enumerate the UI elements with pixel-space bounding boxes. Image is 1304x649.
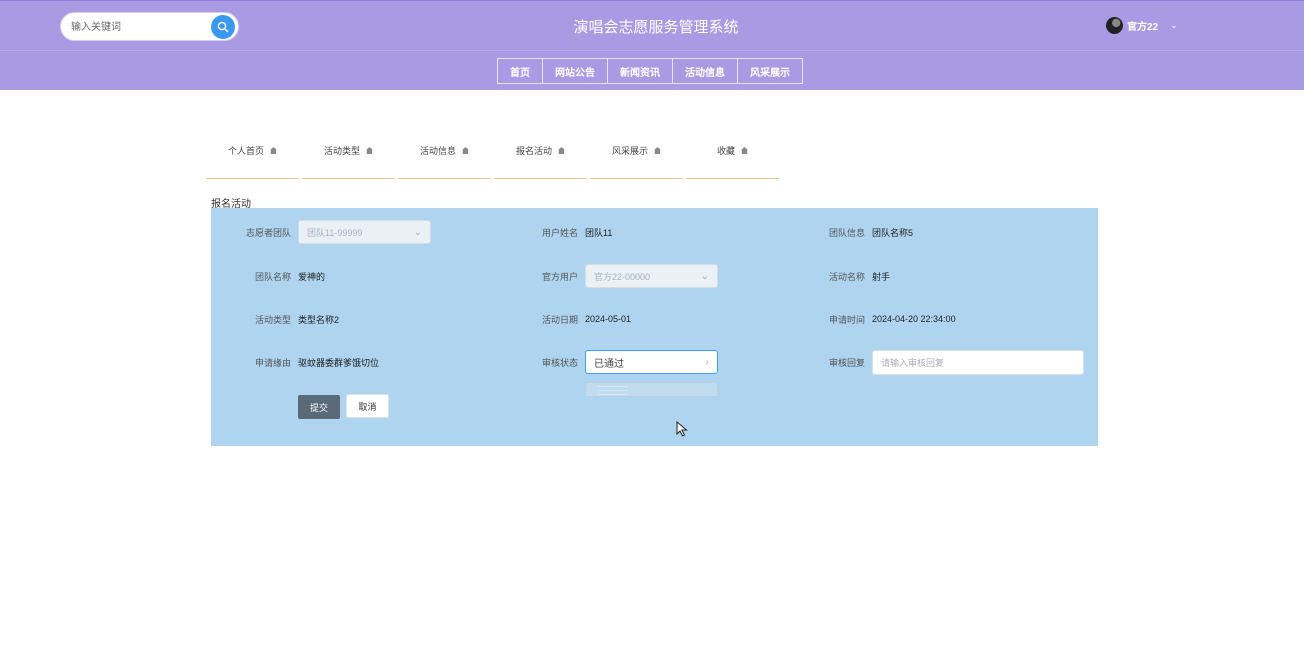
mouse-cursor-icon xyxy=(676,421,688,437)
dropdown-option xyxy=(598,386,628,387)
field-value: 2024-05-01 xyxy=(585,314,632,324)
tab-activity-info[interactable]: 活动信息 xyxy=(398,139,491,179)
status-dropdown-menu[interactable] xyxy=(585,382,718,397)
field-label: 申请缘由 xyxy=(254,357,291,368)
tab-label: 活动信息 xyxy=(419,146,456,156)
user-menu[interactable]: 官方22 ⌄ xyxy=(1106,17,1178,34)
field-value: 驱蚊器委群爹饿切位 xyxy=(298,357,380,368)
field-activity-date: 活动日期 2024-05-01 xyxy=(498,307,631,331)
home-icon xyxy=(654,147,661,154)
caret-down-icon: ⌄ xyxy=(1170,20,1178,30)
field-value: 爱神的 xyxy=(298,271,326,282)
home-icon xyxy=(270,147,277,154)
field-label: 志愿者团队 xyxy=(245,227,291,238)
nav-item-news[interactable]: 新闻资讯 xyxy=(607,58,673,84)
nav-bar: 首页 网站公告 新闻资讯 活动信息 风采展示 xyxy=(0,50,1304,90)
site-title: 演唱会志愿服务管理系统 xyxy=(0,16,1232,37)
tab-showcase[interactable]: 风采展示 xyxy=(590,139,683,179)
field-review-status: 审核状态 已通过 › xyxy=(498,350,718,374)
tab-signup[interactable]: 报名活动 xyxy=(494,139,587,179)
field-activity-name: 活动名称 射手 xyxy=(785,264,890,288)
dropdown-option xyxy=(598,390,628,391)
field-label: 申请时间 xyxy=(828,314,865,325)
field-label: 用户姓名 xyxy=(541,227,578,238)
home-icon xyxy=(558,147,565,154)
main-nav: 首页 网站公告 新闻资讯 活动信息 风采展示 xyxy=(497,58,803,84)
field-label: 审核回复 xyxy=(828,358,865,368)
field-value: 团队名称5 xyxy=(872,227,914,238)
nav-item-activities[interactable]: 活动信息 xyxy=(672,58,738,84)
home-icon xyxy=(741,147,748,154)
field-value: 2024-04-20 22:34:00 xyxy=(872,314,956,324)
field-review-reply: 审核回复 请输入审核回复 xyxy=(785,350,1084,375)
field-team-name: 团队名称 爱神的 xyxy=(211,264,325,288)
tab-label: 报名活动 xyxy=(515,146,552,156)
official-user-select: 官方22-00000 ⌄ xyxy=(585,264,718,288)
tab-label: 个人首页 xyxy=(227,146,264,156)
field-label: 官方用户 xyxy=(541,271,578,282)
nav-item-showcase[interactable]: 风采展示 xyxy=(737,58,803,84)
tab-profile[interactable]: 个人首页 xyxy=(206,139,299,179)
volunteer-team-select: 团队11-99999 ⌄ xyxy=(298,220,431,244)
review-reply-input[interactable]: 请输入审核回复 xyxy=(872,350,1084,375)
tab-label: 风采展示 xyxy=(611,146,648,156)
home-icon xyxy=(462,147,469,154)
field-label: 活动名称 xyxy=(828,271,865,282)
tab-label: 收藏 xyxy=(716,146,735,156)
review-status-select[interactable]: 已通过 › xyxy=(585,350,718,374)
center-tabs: 个人首页 活动类型 活动信息 报名活动 风采展示 收藏 xyxy=(206,139,782,179)
chevron-down-icon: ⌄ xyxy=(413,226,422,238)
field-volunteer-team: 志愿者团队 团队11-99999 ⌄ xyxy=(211,220,431,244)
nav-item-home[interactable]: 首页 xyxy=(497,58,543,84)
field-value: 团队11 xyxy=(585,227,613,238)
field-value: 类型名称2 xyxy=(298,314,340,325)
site-title-text: 演唱会志愿服务管理系统 xyxy=(573,19,739,36)
tab-label: 活动类型 xyxy=(323,146,360,156)
field-team-info: 团队信息 团队名称5 xyxy=(785,220,913,244)
field-user-name: 用户姓名 团队11 xyxy=(498,220,612,244)
field-label: 审核状态 xyxy=(541,357,578,368)
avatar xyxy=(1106,17,1123,34)
chevron-down-icon: ⌄ xyxy=(700,270,709,282)
dropdown-option xyxy=(598,394,628,395)
field-apply-time: 申请时间 2024-04-20 22:34:00 xyxy=(785,307,956,331)
field-activity-type: 活动类型 类型名称2 xyxy=(211,307,339,331)
username: 官方22 xyxy=(1127,22,1159,33)
cancel-button[interactable]: 取消 xyxy=(346,394,389,418)
field-label: 活动类型 xyxy=(254,314,291,325)
field-label: 团队名称 xyxy=(254,271,291,282)
field-reason: 申请缘由 驱蚊器委群爹饿切位 xyxy=(211,350,379,374)
field-label: 活动日期 xyxy=(541,314,578,325)
field-official-user: 官方用户 官方22-00000 ⌄ xyxy=(498,264,718,288)
tab-favorites[interactable]: 收藏 xyxy=(686,139,779,179)
field-label: 团队信息 xyxy=(828,227,865,238)
nav-item-announcements[interactable]: 网站公告 xyxy=(542,58,608,84)
field-value: 射手 xyxy=(872,271,891,282)
top-header: 演唱会志愿服务管理系统 官方22 ⌄ xyxy=(0,0,1304,50)
select-value: 已通过 xyxy=(594,358,624,370)
select-value: 团队11-99999 xyxy=(307,227,363,238)
chevron-right-icon: › xyxy=(705,356,709,368)
select-value: 官方22-00000 xyxy=(594,271,651,282)
tab-activity-type[interactable]: 活动类型 xyxy=(302,139,395,179)
home-icon xyxy=(366,147,373,154)
submit-button[interactable]: 提交 xyxy=(298,395,340,419)
